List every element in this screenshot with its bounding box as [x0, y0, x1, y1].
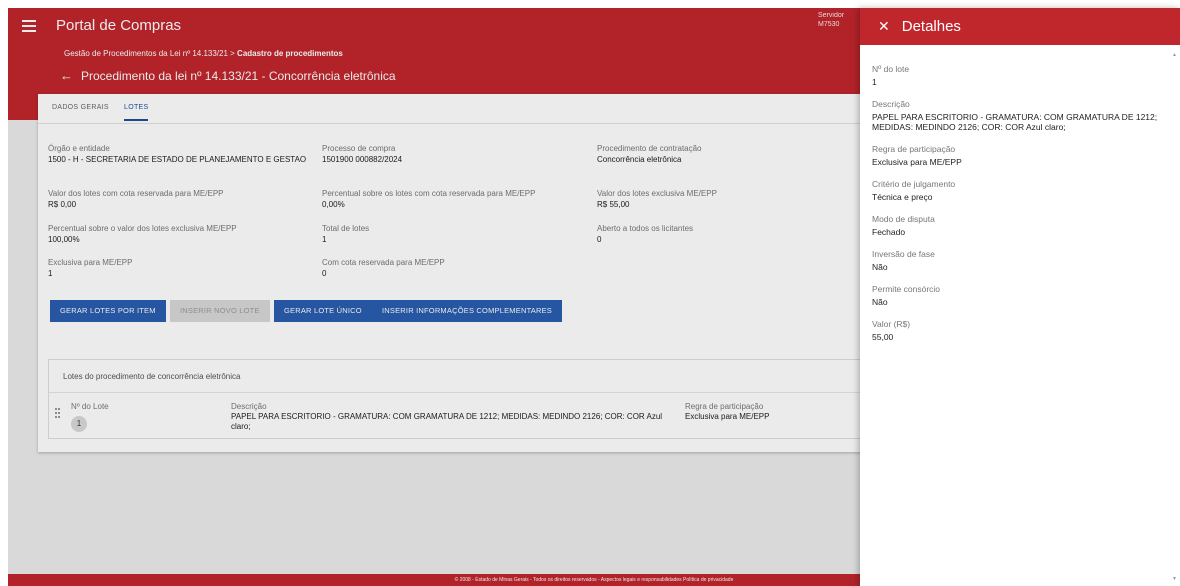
- detail-label: Descrição: [872, 99, 910, 109]
- detail-label: Inversão de fase: [872, 249, 935, 259]
- panel-body: Nº do lote 1 Descrição PAPEL PARA ESCRIT…: [872, 64, 1168, 354]
- detail-label: Regra de participação: [872, 144, 956, 154]
- detail-consorcio: Permite consórcio Não: [872, 284, 1168, 307]
- detail-value: 1: [872, 77, 877, 87]
- detail-label: Valor (R$): [872, 319, 911, 329]
- scroll-up-icon[interactable]: ▲: [1172, 52, 1177, 58]
- detail-value: PAPEL PARA ESCRITORIO - GRAMATURA: COM G…: [872, 112, 1158, 132]
- close-icon[interactable]: ✕: [878, 18, 890, 35]
- detail-modo-disputa: Modo de disputa Fechado: [872, 214, 1168, 237]
- panel-header: ✕ Detalhes: [860, 8, 1180, 45]
- detail-value: 55,00: [872, 332, 894, 342]
- panel-title: Detalhes: [901, 18, 961, 35]
- detail-inversao: Inversão de fase Não: [872, 249, 1168, 272]
- detail-criterio: Critério de julgamento Técnica e preço: [872, 179, 1168, 202]
- detail-numero-lote: Nº do lote 1: [872, 64, 1168, 87]
- detail-value: Técnica e preço: [872, 192, 933, 202]
- detail-label: Permite consórcio: [872, 284, 941, 294]
- detail-valor: Valor (R$) 55,00: [872, 319, 1168, 342]
- detail-label: Modo de disputa: [872, 214, 935, 224]
- detail-descricao: Descrição PAPEL PARA ESCRITORIO - GRAMAT…: [872, 99, 1168, 132]
- detail-label: Nº do lote: [872, 64, 910, 74]
- detail-value: Não: [872, 262, 888, 272]
- detail-value: Exclusiva para ME/EPP: [872, 157, 962, 167]
- detail-regra: Regra de participação Exclusiva para ME/…: [872, 144, 1168, 167]
- detail-value: Fechado: [872, 227, 906, 237]
- details-panel: ✕ Detalhes Nº do lote 1 Descrição PAPEL …: [860, 8, 1180, 586]
- scroll-down-icon[interactable]: ▼: [1172, 576, 1177, 582]
- backdrop-overlay[interactable]: [8, 8, 860, 586]
- detail-label: Critério de julgamento: [872, 179, 956, 189]
- detail-value: Não: [872, 297, 888, 307]
